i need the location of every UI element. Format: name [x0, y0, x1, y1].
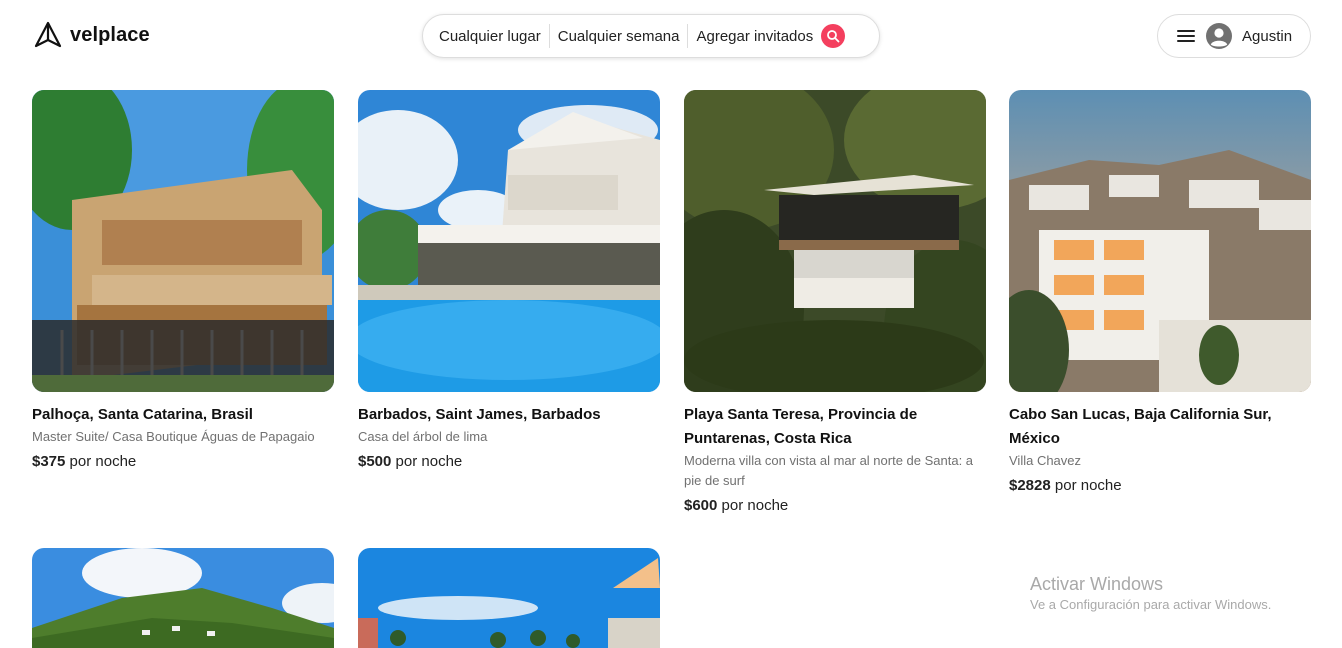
listing-photo[interactable]: [32, 548, 334, 648]
price-suffix: por noche: [395, 453, 463, 470]
search-button[interactable]: [821, 24, 846, 48]
price-suffix: por noche: [69, 453, 137, 470]
search-location[interactable]: Cualquier lugar: [439, 28, 549, 45]
listing-subtitle: Villa Chavez: [1009, 453, 1082, 468]
search-week[interactable]: Cualquier semana: [550, 28, 688, 45]
price-amount: $500: [358, 453, 392, 470]
listing-title: Cabo San Lucas, Baja California Sur, Méx…: [1009, 406, 1272, 447]
search-bar[interactable]: Cualquier lugar Cualquier semana Agregar…: [422, 14, 880, 58]
brand-logo[interactable]: velplace: [34, 21, 150, 49]
price-amount: $600: [684, 497, 718, 514]
user-avatar-icon: [1206, 23, 1232, 49]
hamburger-menu-icon: [1176, 26, 1196, 46]
listing-title: Barbados, Saint James, Barbados: [358, 406, 601, 423]
listing-card[interactable]: Barbados, Saint James, Barbados Casa del…: [358, 90, 660, 473]
listing-photo[interactable]: [1009, 90, 1311, 392]
listing-subtitle: Casa del árbol de lima: [358, 429, 488, 444]
watermark-title: Activar Windows: [1030, 574, 1164, 594]
listing-price: $600 por noche: [684, 495, 986, 517]
price-amount: $375: [32, 453, 66, 470]
price-suffix: por noche: [721, 497, 789, 514]
listing-title: Playa Santa Teresa, Provincia de Puntare…: [684, 406, 918, 447]
listing-subtitle: Moderna villa con vista al mar al norte …: [684, 453, 974, 488]
user-menu-button[interactable]: Agustin: [1157, 14, 1311, 58]
listing-price: $2828 por noche: [1009, 475, 1311, 497]
listing-photo[interactable]: [32, 90, 334, 392]
search-icon: [827, 30, 840, 43]
listing-photo[interactable]: [358, 548, 660, 648]
listing-photo[interactable]: [358, 90, 660, 392]
search-guests[interactable]: Agregar invitados: [688, 28, 821, 45]
listing-price: $375 por noche: [32, 451, 334, 473]
listing-subtitle: Master Suite/ Casa Boutique Águas de Pap…: [32, 429, 315, 444]
triangle-logo-icon: [34, 21, 62, 48]
user-name: Agustin: [1242, 27, 1293, 45]
listing-photo[interactable]: [684, 90, 986, 392]
top-navbar: velplace Cualquier lugar Cualquier seman…: [0, 0, 1342, 72]
listing-card[interactable]: Palhoça, Santa Catarina, Brasil Master S…: [32, 90, 334, 473]
listing-card[interactable]: Cabo San Lucas, Baja California Sur, Méx…: [1009, 90, 1311, 497]
watermark-subtitle: Ve a Configuración para activar Windows.: [1030, 597, 1272, 612]
listing-card[interactable]: Playa Santa Teresa, Provincia de Puntare…: [684, 90, 986, 517]
price-amount: $2828: [1009, 477, 1051, 494]
brand-name: velplace: [70, 23, 150, 46]
listing-price: $500 por noche: [358, 451, 660, 473]
windows-activation-watermark: Activar Windows Ve a Configuración para …: [1030, 572, 1271, 614]
price-suffix: por noche: [1054, 477, 1122, 494]
listing-title: Palhoça, Santa Catarina, Brasil: [32, 406, 253, 423]
